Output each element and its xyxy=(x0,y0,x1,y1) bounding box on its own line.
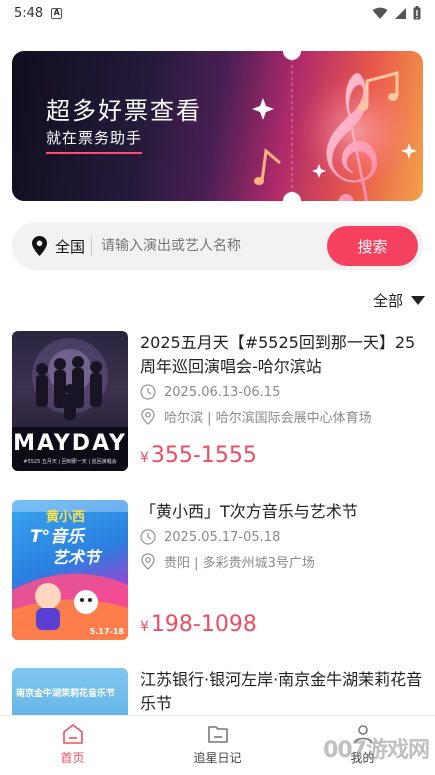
folder-icon xyxy=(207,726,228,743)
home-icon xyxy=(62,724,83,744)
poster-caption: #5525 五月天 | 回到那一天 | 巡回演唱会 xyxy=(23,459,117,465)
price-currency: ¥ xyxy=(140,450,149,466)
poster-title: 南京金牛湖茉莉花音乐节 xyxy=(16,689,116,699)
banner-title: 超多好票查看 xyxy=(46,97,202,125)
tab-diary[interactable]: 追星日记 xyxy=(145,716,290,775)
location-outline-icon xyxy=(141,553,155,570)
event-title: 「黄小西」T次方音乐与艺术节 xyxy=(140,502,358,521)
location-outline-icon xyxy=(141,408,155,425)
search-input[interactable] xyxy=(101,238,327,254)
price-currency: ¥ xyxy=(140,619,149,635)
notification-icon: A xyxy=(51,7,63,19)
wifi-icon xyxy=(372,7,388,19)
event-card[interactable]: 黄小西 T°音乐 艺术节 5.17-18 「黄小西」T次方音乐与艺术节 2025… xyxy=(12,500,428,640)
location-selector[interactable]: 全国 xyxy=(12,236,85,257)
search-divider xyxy=(91,236,93,256)
watermark: 007游戏网 xyxy=(323,738,430,763)
event-venue: 贵阳 | 多彩贵州城3号广场 xyxy=(164,556,315,571)
filter-label: 全部 xyxy=(372,292,403,310)
event-card[interactable]: MAYDAY #5525 五月天 | 回到那一天 | 巡回演唱会 2025五月天… xyxy=(12,331,428,471)
poster-date: 5.17-18 xyxy=(89,627,124,636)
event-poster: 南京金牛湖茉莉花音乐节 xyxy=(12,668,128,715)
search-button[interactable]: 搜索 xyxy=(327,226,418,266)
caret-down-icon xyxy=(411,296,425,305)
event-price: ¥355-1555 xyxy=(140,443,257,468)
location-pin-icon xyxy=(32,236,47,256)
event-poster: MAYDAY #5525 五月天 | 回到那一天 | 巡回演唱会 xyxy=(12,331,128,471)
event-title: 江苏银行·银河左岸·南京金牛湖茉莉花音乐节 xyxy=(140,670,423,713)
event-venue-row: 贵阳 | 多彩贵州城3号广场 xyxy=(140,552,315,571)
event-date: 2025.06.13-06.15 xyxy=(164,384,281,400)
event-date-row: 2025.06.13-06.15 xyxy=(140,384,280,400)
event-venue: 哈尔滨 | 哈尔滨国际会展中心体育场 xyxy=(164,411,372,426)
banner-subtitle: 就在票务助手 xyxy=(46,127,143,154)
status-bar: 5:48 A xyxy=(0,0,435,26)
location-label: 全国 xyxy=(55,237,86,256)
event-venue-row: 哈尔滨 | 哈尔滨国际会展中心体育场 xyxy=(140,407,372,426)
event-poster: 黄小西 T°音乐 艺术节 5.17-18 xyxy=(12,500,128,640)
promo-banner[interactable]: 𝄞 超多好票查看 就在票务助手 xyxy=(12,51,423,201)
event-date-row: 2025.05.17-05.18 xyxy=(140,529,280,545)
price-range: 355-1555 xyxy=(150,443,257,468)
clock-icon xyxy=(140,529,156,545)
banner-artwork: 𝄞 xyxy=(252,51,417,201)
tab-diary-label: 追星日记 xyxy=(193,751,242,765)
event-price: ¥198-1098 xyxy=(140,612,257,637)
tab-home-label: 首页 xyxy=(60,751,85,765)
filter-dropdown[interactable]: 全部 xyxy=(373,290,425,311)
poster-subtitle: 艺术节 xyxy=(52,548,101,567)
tab-home[interactable]: 首页 xyxy=(0,716,145,775)
svg-text:𝄞: 𝄞 xyxy=(312,71,383,201)
event-card[interactable]: 南京金牛湖茉莉花音乐节 江苏银行·银河左岸·南京金牛湖茉莉花音乐节 xyxy=(12,668,428,715)
poster-title: MAYDAY xyxy=(13,431,127,456)
clock-icon xyxy=(140,384,156,400)
signal-icon xyxy=(395,7,406,19)
status-time: 5:48 xyxy=(14,5,44,21)
search-bar: 全国 搜索 xyxy=(12,222,423,270)
battery-icon xyxy=(413,6,421,20)
price-range: 198-1098 xyxy=(150,612,257,637)
event-title: 2025五月天【#5525回到那一天】25周年巡回演唱会-哈尔滨站 xyxy=(140,333,416,376)
event-date: 2025.05.17-05.18 xyxy=(164,529,281,545)
